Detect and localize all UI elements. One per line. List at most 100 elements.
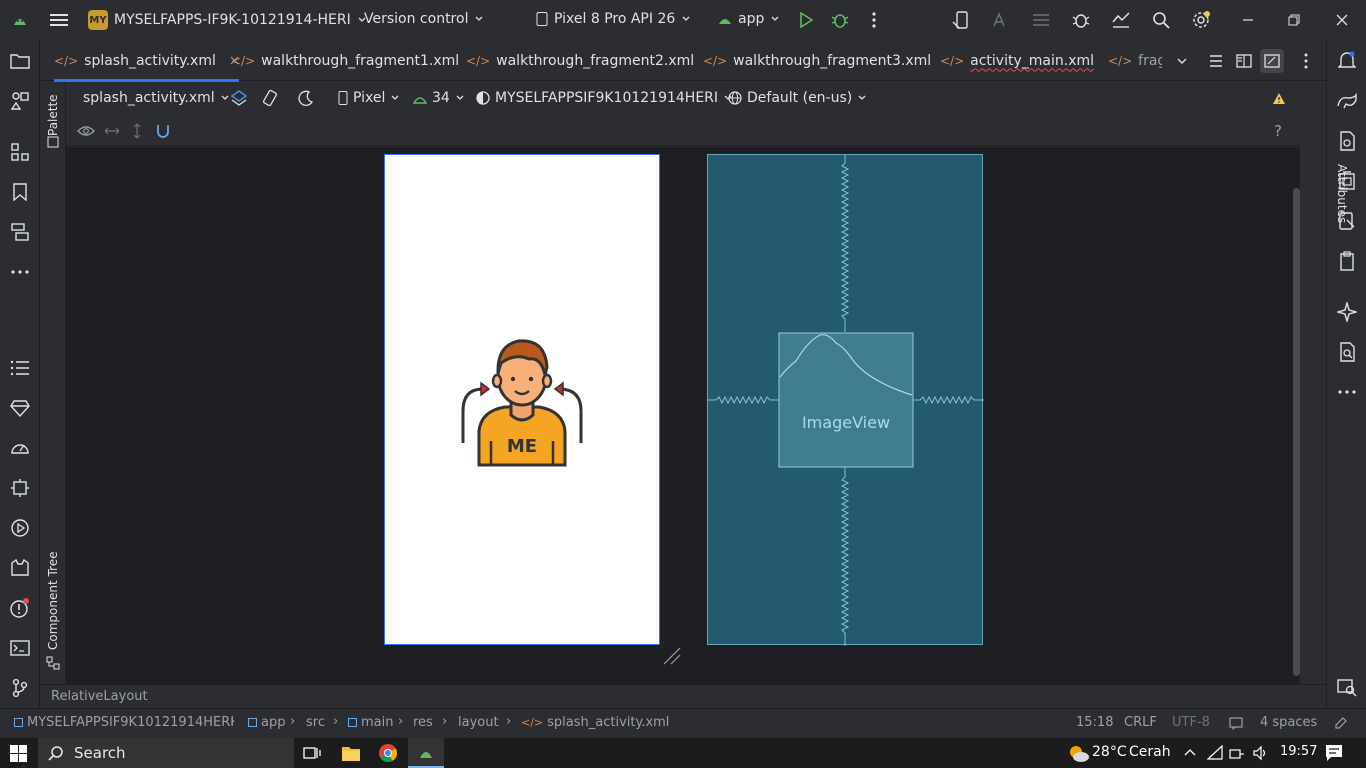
taskbar-search-box[interactable]: Search [38,738,294,768]
inspect-file-icon[interactable] [1335,340,1359,364]
module-icon [14,718,23,727]
design-view-icon[interactable] [1260,49,1284,73]
right-more-tools-icon[interactable] [1335,380,1359,404]
tab-walkthrough-fragment3[interactable]: </> walkthrough_fragment3.xml [703,40,931,81]
structure-icon[interactable] [8,140,32,164]
warning-icon[interactable] [1272,88,1286,108]
version-control-menu[interactable]: Version control [364,11,484,27]
tab-overflow-chevron-icon[interactable] [1170,49,1194,73]
magnet-icon[interactable] [156,123,170,139]
chrome-icon[interactable] [378,743,398,763]
device-file-explorer-icon[interactable] [1335,129,1359,153]
tab-splash-activity[interactable]: </> splash_activity.xml [54,40,239,82]
blueprint-preview-screen[interactable]: ImageView [707,154,984,646]
breadcrumb-main[interactable]: main [348,715,393,730]
restore-icon[interactable] [1282,8,1306,32]
device-selector[interactable]: Pixel 8 Pro API 26 [536,11,691,27]
component-tree-tab[interactable]: Component Tree [46,552,60,650]
device-preview-selector[interactable]: Pixel [338,88,400,108]
split-view-icon[interactable] [1232,49,1256,73]
profiler-gauge-icon[interactable] [8,436,32,460]
sync-icon[interactable] [1109,8,1133,32]
readonly-toggle-icon[interactable] [1229,716,1243,730]
logcat-icon[interactable] [8,556,32,580]
tab-walkthrough-fragment1[interactable]: </> walkthrough_fragment1.xml [231,40,459,81]
design-surface-selector[interactable] [230,88,248,108]
breadcrumb-file[interactable]: </> splash_activity.xml [521,715,669,730]
code-view-icon[interactable] [1204,49,1228,73]
task-view-icon[interactable] [303,745,321,761]
more-tools-icon[interactable] [8,260,32,284]
chevron-up-icon[interactable] [1184,747,1196,757]
bookmarks-icon[interactable] [8,180,32,204]
todo-list-icon[interactable] [8,356,32,380]
breadcrumb-res[interactable]: res [413,715,433,730]
windows-start-icon[interactable] [10,745,27,762]
layout-validation-icon[interactable] [1335,676,1359,700]
theme-selector[interactable]: MYSELFAPPSIF9K10121914HERI [476,88,733,108]
problems-icon[interactable] [8,596,32,620]
network-icon[interactable] [1229,745,1245,761]
layout-file-selector[interactable]: splash_activity.xml [83,88,230,108]
running-devices-icon[interactable] [1335,169,1359,193]
git-icon[interactable] [8,676,32,700]
resize-handle-icon[interactable] [662,646,682,666]
locale-selector[interactable]: Default (en-us) [728,88,867,108]
api-level-selector[interactable]: 34 [413,88,465,108]
run-config-selector[interactable]: app [718,11,780,27]
resource-manager-icon[interactable] [8,89,32,113]
edit-lock-icon[interactable] [1334,716,1348,730]
weather-temperature[interactable]: 28°C [1092,744,1127,760]
night-mode-selector[interactable] [298,88,314,108]
eye-icon[interactable] [77,124,95,138]
editor-more-icon[interactable] [1294,49,1318,73]
weather-condition[interactable]: Cerah [1129,744,1171,760]
android-studio-icon [420,752,432,758]
clipboard-icon[interactable] [1335,249,1359,273]
search-icon[interactable] [1149,8,1173,32]
close-window-icon[interactable] [1330,8,1354,32]
project-folder-icon[interactable] [8,49,32,73]
notifications-bell-icon[interactable] [1335,49,1359,73]
design-preview-screen[interactable]: ME [384,154,660,645]
gem-icon[interactable] [8,396,32,420]
palette-tab[interactable]: Palette [46,94,60,136]
main-menu-icon[interactable] [47,8,71,32]
terminal-icon[interactable] [8,636,32,660]
design-canvas[interactable] [66,147,1300,684]
android-studio-taskbar-button[interactable] [408,738,444,768]
help-icon[interactable]: ? [1274,122,1282,140]
orientation-selector[interactable] [261,88,279,108]
wifi-icon[interactable] [1207,745,1223,761]
breadcrumb-app[interactable]: app [248,715,285,730]
build-variants-icon[interactable] [8,220,32,244]
canvas-vertical-scrollbar[interactable] [1293,188,1300,676]
volume-icon[interactable] [1252,745,1268,761]
tab-walkthrough-fragment2[interactable]: </> walkthrough_fragment2.xml [466,40,694,81]
run-panel-icon[interactable] [8,516,32,540]
device-manager-icon[interactable] [949,8,973,32]
file-encoding[interactable]: UTF-8 [1172,715,1210,730]
app-quality-icon[interactable] [8,476,32,500]
line-separator[interactable]: CRLF [1124,715,1157,730]
file-explorer-icon[interactable] [341,744,361,762]
settings-gear-icon[interactable] [1189,8,1213,32]
caret-position[interactable]: 15:18 [1076,715,1113,730]
rotate-icon [262,89,278,107]
more-actions-icon[interactable] [862,8,886,32]
breadcrumb-src[interactable]: src [306,715,325,730]
breadcrumb-project[interactable]: MYSELFAPPSIF9K10121914HERI [14,715,234,730]
run-icon[interactable] [794,8,818,32]
minimize-icon[interactable] [1236,8,1260,32]
tab-fragment-truncated[interactable]: </> fragm [1108,40,1162,81]
notification-center-icon[interactable] [1325,744,1343,762]
indent-setting[interactable]: 4 spaces [1260,715,1317,730]
breadcrumb-layout[interactable]: layout [458,715,499,730]
device-mirror-icon[interactable] [1335,209,1359,233]
project-selector[interactable]: MY MYSELFAPPS-IF9K-10121914-HERI [88,10,367,30]
app-inspection-icon[interactable] [1069,8,1093,32]
taskbar-clock[interactable]: 19:57 [1280,744,1317,759]
debug-icon[interactable] [828,8,852,32]
ai-assistant-sparkle-icon[interactable] [1335,300,1359,324]
tab-activity-main[interactable]: </> activity_main.xml [940,40,1094,81]
